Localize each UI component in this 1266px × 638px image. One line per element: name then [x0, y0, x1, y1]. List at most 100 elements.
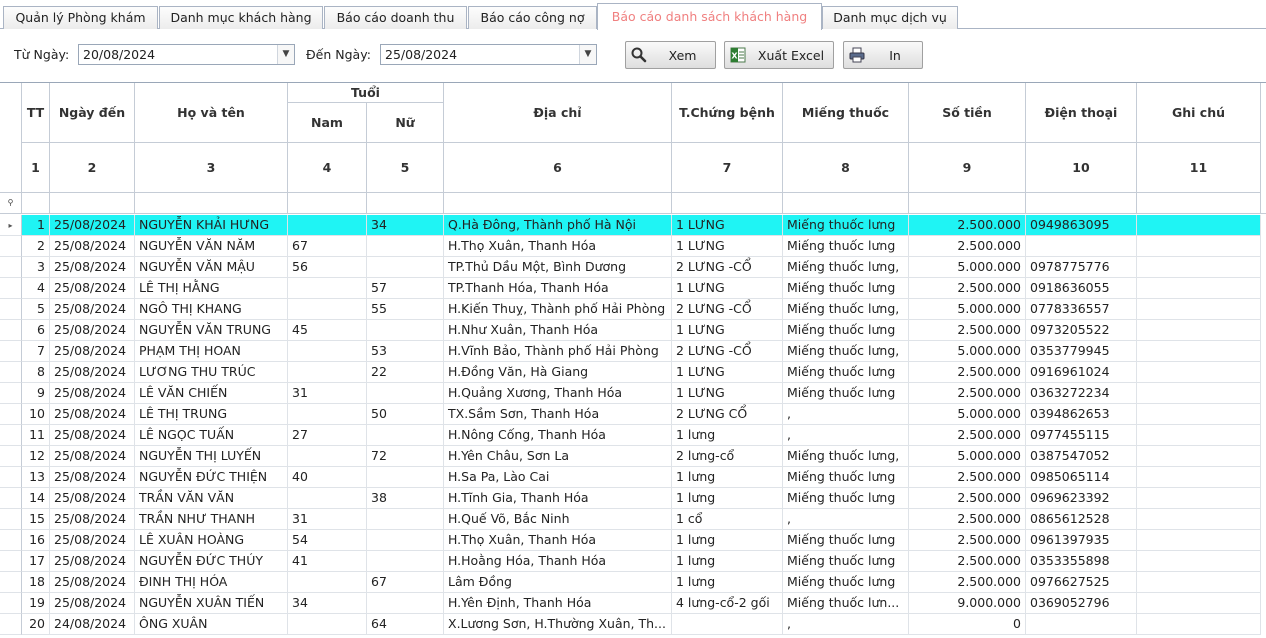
cell-male[interactable]: [288, 299, 367, 320]
cell-address[interactable]: H.Thọ Xuân, Thanh Hóa: [444, 530, 672, 551]
cell-name[interactable]: NGUYỄN VĂN TRUNG: [135, 320, 288, 341]
table-row[interactable]: 5 25/08/2024 NGÔ THỊ KHANG 55 H.Kiến Thuỵ, T…: [0, 299, 1266, 320]
col-header-female[interactable]: Nữ: [367, 103, 444, 143]
cell-note[interactable]: [1137, 278, 1261, 299]
cell-address[interactable]: H.Như Xuân, Thanh Hóa: [444, 320, 672, 341]
cell-phone[interactable]: [1026, 614, 1137, 635]
cell-symptom[interactable]: 2 lưng-cổ: [672, 446, 783, 467]
cell-amount[interactable]: 2.500.000: [909, 425, 1026, 446]
row-indicator[interactable]: [0, 551, 22, 572]
row-indicator[interactable]: [0, 404, 22, 425]
cell-female[interactable]: 67: [367, 572, 444, 593]
cell-female[interactable]: [367, 530, 444, 551]
tab-clinic-management[interactable]: Quản lý Phòng khám: [3, 6, 158, 29]
cell-amount[interactable]: 2.500.000: [909, 509, 1026, 530]
col-header-amount[interactable]: Số tiền: [909, 83, 1026, 143]
row-indicator[interactable]: [0, 341, 22, 362]
cell-note[interactable]: [1137, 257, 1261, 278]
cell-date[interactable]: 25/08/2024: [50, 530, 135, 551]
cell-phone[interactable]: [1026, 236, 1137, 257]
cell-phone[interactable]: 0916961024: [1026, 362, 1137, 383]
row-indicator[interactable]: [0, 509, 22, 530]
cell-name[interactable]: NGUYỄN KHẢI HƯNG: [135, 215, 288, 236]
cell-amount[interactable]: 9.000.000: [909, 593, 1026, 614]
cell-address[interactable]: H.Tĩnh Gia, Thanh Hóa: [444, 488, 672, 509]
cell-address[interactable]: H.Thọ Xuân, Thanh Hóa: [444, 236, 672, 257]
cell-date[interactable]: 25/08/2024: [50, 257, 135, 278]
filter-cell[interactable]: [1026, 193, 1137, 213]
cell-phone[interactable]: 0973205522: [1026, 320, 1137, 341]
cell-female[interactable]: 57: [367, 278, 444, 299]
cell-date[interactable]: 25/08/2024: [50, 404, 135, 425]
cell-amount[interactable]: 2.500.000: [909, 215, 1026, 236]
cell-female[interactable]: 22: [367, 362, 444, 383]
cell-phone[interactable]: 0985065114: [1026, 467, 1137, 488]
cell-amount[interactable]: 5.000.000: [909, 404, 1026, 425]
cell-patch[interactable]: Miếng thuốc lưng: [783, 488, 909, 509]
cell-female[interactable]: [367, 467, 444, 488]
cell-amount[interactable]: 5.000.000: [909, 341, 1026, 362]
col-header-phone[interactable]: Điện thoại: [1026, 83, 1137, 143]
cell-patch[interactable]: Miếng thuốc lưng,: [783, 341, 909, 362]
cell-address[interactable]: TP.Thanh Hóa, Thanh Hóa: [444, 278, 672, 299]
cell-address[interactable]: TP.Thủ Dầu Một, Bình Dương: [444, 257, 672, 278]
cell-symptom[interactable]: 1 lưng: [672, 572, 783, 593]
chevron-down-icon[interactable]: ▼: [579, 45, 596, 64]
col-header-patch[interactable]: Miếng thuốc: [783, 83, 909, 143]
row-indicator[interactable]: [0, 257, 22, 278]
row-indicator[interactable]: [0, 278, 22, 299]
cell-symptom[interactable]: 2 LƯNG -CỔ: [672, 257, 783, 278]
cell-female[interactable]: 50: [367, 404, 444, 425]
cell-tt[interactable]: 16: [22, 530, 50, 551]
cell-phone[interactable]: 0865612528: [1026, 509, 1137, 530]
cell-name[interactable]: LÊ THỊ HẰNG: [135, 278, 288, 299]
cell-name[interactable]: LÊ XUÂN HOÀNG: [135, 530, 288, 551]
cell-phone[interactable]: 0961397935: [1026, 530, 1137, 551]
row-indicator[interactable]: [0, 467, 22, 488]
cell-female[interactable]: [367, 236, 444, 257]
cell-note[interactable]: [1137, 320, 1261, 341]
cell-male[interactable]: 54: [288, 530, 367, 551]
cell-tt[interactable]: 3: [22, 257, 50, 278]
cell-male[interactable]: 40: [288, 467, 367, 488]
table-row[interactable]: 7 25/08/2024 PHẠM THỊ HOAN 53 H.Vĩnh Bảo, Th…: [0, 341, 1266, 362]
cell-male[interactable]: 27: [288, 425, 367, 446]
cell-symptom[interactable]: 1 LƯNG: [672, 215, 783, 236]
table-row[interactable]: 15 25/08/2024 TRẦN NHƯ THANH 31 H.Quế Võ, Bắ…: [0, 509, 1266, 530]
cell-tt[interactable]: 11: [22, 425, 50, 446]
cell-address[interactable]: TX.Sầm Sơn, Thanh Hóa: [444, 404, 672, 425]
cell-symptom[interactable]: 4 lưng-cổ-2 gối: [672, 593, 783, 614]
cell-date[interactable]: 25/08/2024: [50, 215, 135, 236]
cell-date[interactable]: 25/08/2024: [50, 593, 135, 614]
cell-female[interactable]: 72: [367, 446, 444, 467]
tab-debt-report[interactable]: Báo cáo công nợ: [468, 6, 597, 29]
tab-customer-catalog[interactable]: Danh mục khách hàng: [159, 6, 323, 29]
cell-male[interactable]: 34: [288, 593, 367, 614]
cell-name[interactable]: LÊ VĂN CHIẾN: [135, 383, 288, 404]
cell-patch[interactable]: Miếng thuốc lưng,: [783, 446, 909, 467]
cell-amount[interactable]: 5.000.000: [909, 299, 1026, 320]
cell-tt[interactable]: 8: [22, 362, 50, 383]
table-row[interactable]: 13 25/08/2024 NGUYỄN ĐỨC THIỆN 40 H.Sa Pa, L…: [0, 467, 1266, 488]
table-row[interactable]: 6 25/08/2024 NGUYỄN VĂN TRUNG 45 H.Như Xuân,…: [0, 320, 1266, 341]
cell-tt[interactable]: 9: [22, 383, 50, 404]
cell-female[interactable]: [367, 551, 444, 572]
cell-female[interactable]: 53: [367, 341, 444, 362]
cell-symptom[interactable]: 1 LƯNG: [672, 236, 783, 257]
cell-name[interactable]: PHẠM THỊ HOAN: [135, 341, 288, 362]
cell-tt[interactable]: 15: [22, 509, 50, 530]
cell-note[interactable]: [1137, 509, 1261, 530]
filter-cell[interactable]: [672, 193, 783, 213]
cell-date[interactable]: 25/08/2024: [50, 320, 135, 341]
cell-address[interactable]: H.Vĩnh Bảo, Thành phố Hải Phòng: [444, 341, 672, 362]
cell-patch[interactable]: Miếng thuốc lưng,: [783, 299, 909, 320]
cell-note[interactable]: [1137, 593, 1261, 614]
cell-patch[interactable]: Miếng thuốc lưng: [783, 278, 909, 299]
cell-patch[interactable]: ,: [783, 425, 909, 446]
table-row[interactable]: ▸ 1 25/08/2024 NGUYỄN KHẢI HƯNG 34 Q.Hà Đông,…: [0, 215, 1266, 236]
filter-cell[interactable]: [783, 193, 909, 213]
cell-symptom[interactable]: 1 lưng: [672, 530, 783, 551]
cell-date[interactable]: 25/08/2024: [50, 362, 135, 383]
col-header-date[interactable]: Ngày đến: [50, 83, 135, 143]
row-indicator[interactable]: [0, 425, 22, 446]
